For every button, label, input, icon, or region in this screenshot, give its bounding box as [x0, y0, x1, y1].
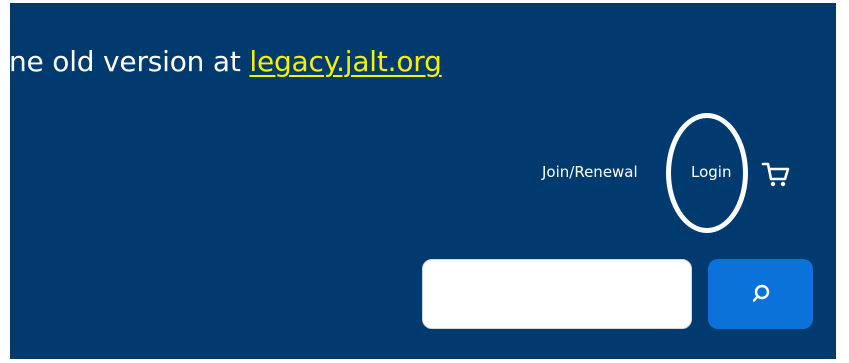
legacy-site-notice: ne old version at legacy.jalt.org [10, 45, 442, 79]
login-link[interactable]: Login [691, 162, 731, 182]
join-renewal-link[interactable]: Join/Renewal [542, 162, 638, 182]
site-header: ne old version at legacy.jalt.org Join/R… [10, 3, 836, 359]
legacy-site-link[interactable]: legacy.jalt.org [249, 45, 442, 78]
screenshot-frame: ne old version at legacy.jalt.org Join/R… [0, 0, 849, 363]
legacy-notice-text: ne old version at [10, 45, 250, 78]
shopping-cart-icon-graphic [761, 162, 790, 187]
shopping-cart-icon[interactable] [761, 159, 791, 189]
search-button[interactable] [708, 259, 813, 329]
search-input[interactable] [422, 259, 692, 329]
search-icon [752, 284, 769, 302]
